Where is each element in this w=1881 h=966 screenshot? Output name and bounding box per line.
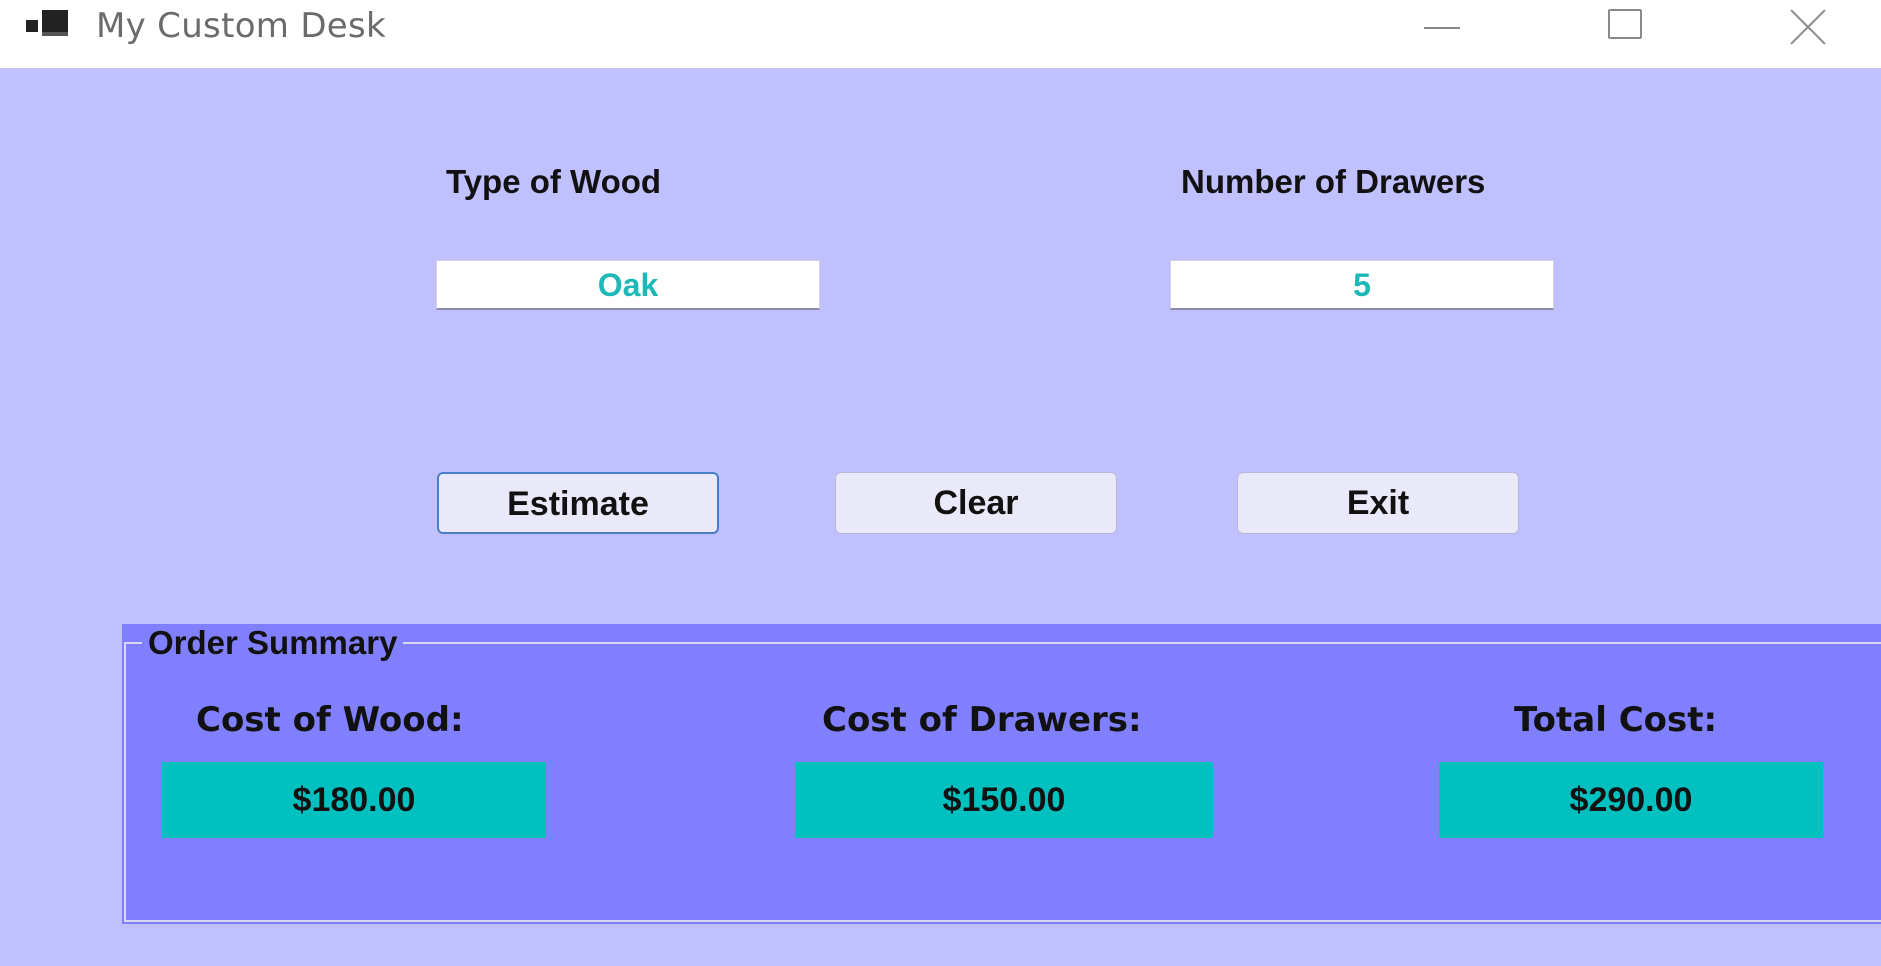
cost-of-drawers-label: Cost of Drawers: (822, 700, 1142, 740)
clear-button[interactable]: Clear (835, 472, 1117, 534)
cost-of-wood-value: $180.00 (162, 762, 546, 838)
estimate-button[interactable]: Estimate (437, 472, 719, 534)
number-of-drawers-field[interactable]: 5 (1170, 260, 1554, 310)
total-cost-label: Total Cost: (1514, 700, 1718, 740)
cost-of-wood-label: Cost of Wood: (196, 700, 464, 740)
close-icon[interactable] (1764, 0, 1844, 56)
type-of-wood-label: Type of Wood (446, 163, 662, 200)
window-title: My Custom Desk (96, 6, 387, 46)
type-of-wood-field[interactable]: Oak (436, 260, 820, 310)
order-summary-group: Order Summary Cost of Wood: Cost of Draw… (122, 624, 1881, 924)
exit-button[interactable]: Exit (1237, 472, 1519, 534)
minimize-icon[interactable] (1400, 0, 1480, 56)
maximize-icon[interactable] (1588, 0, 1668, 56)
title-bar: My Custom Desk (0, 0, 1881, 68)
cost-of-drawers-value: $150.00 (795, 762, 1213, 838)
app-window-icon (26, 10, 74, 40)
order-summary-title: Order Summary (142, 624, 404, 662)
total-cost-value: $290.00 (1439, 762, 1823, 838)
number-of-drawers-label: Number of Drawers (1181, 163, 1486, 200)
